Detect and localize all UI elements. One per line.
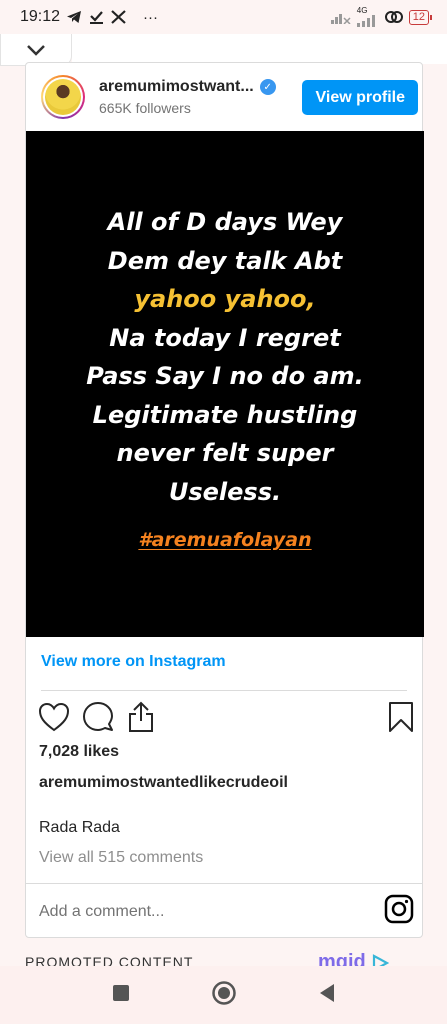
recents-button[interactable]: [111, 983, 131, 1008]
page-top-strip: [72, 34, 447, 64]
battery-indicator: 12: [408, 9, 433, 25]
status-bar: 19:12 ··· 4G 12: [0, 0, 447, 34]
avatar[interactable]: [41, 75, 85, 119]
like-count[interactable]: 7,028 likes: [39, 743, 119, 761]
view-more-link[interactable]: View more on Instagram: [41, 653, 226, 671]
instagram-logo-icon[interactable]: [384, 894, 414, 929]
heart-icon: [38, 702, 70, 732]
post-text-line: Dem dey talk Abt: [107, 246, 343, 275]
like-button[interactable]: [38, 699, 82, 735]
check-download-icon: [90, 11, 104, 24]
telegram-icon: [67, 11, 82, 23]
promoted-content-label: PROMOTED CONTENT: [25, 956, 194, 966]
post-text-line: never felt super: [116, 439, 334, 467]
user-info: aremumimostwant... ✓ 665K followers: [99, 78, 302, 116]
post-text-line: All of D days Wey: [107, 208, 343, 236]
comment-button[interactable]: [82, 699, 126, 735]
back-button[interactable]: [317, 982, 337, 1009]
back-triangle-icon: [319, 983, 334, 1002]
wifi-signal-x-icon: [330, 14, 351, 24]
post-image[interactable]: All of D days Wey Dem dey talk Abt yahoo…: [26, 131, 424, 637]
instagram-embed: aremumimostwant... ✓ 665K followers View…: [25, 62, 424, 939]
share-button[interactable]: [126, 699, 170, 735]
view-profile-button[interactable]: View profile: [302, 79, 418, 115]
action-bar: [38, 699, 418, 735]
system-nav-bar: [0, 966, 447, 1024]
caption-text: Rada Rada: [39, 819, 120, 836]
post-text-line: Useless.: [168, 477, 282, 506]
avatar-photo: [45, 79, 81, 115]
notification-icons: ···: [66, 9, 158, 26]
ad-brand-logo[interactable]: mgid: [318, 950, 390, 966]
caption-username[interactable]: aremumimostwantedlikecrudeoil: [39, 774, 288, 792]
post-text-line: Pass Say I no do am.: [86, 362, 364, 390]
post-hashtag: #aremuafolayan: [138, 529, 312, 551]
verified-badge-icon: ✓: [259, 79, 276, 95]
clock: 19:12: [20, 8, 61, 25]
square-icon: [112, 984, 129, 1001]
comment-row: [26, 883, 422, 939]
username[interactable]: aremumimostwant...: [99, 78, 254, 96]
embed-header: aremumimostwant... ✓ 665K followers View…: [26, 63, 422, 131]
follower-count: 665K followers: [99, 100, 191, 116]
comment-icon: [83, 702, 113, 731]
home-button[interactable]: [211, 980, 237, 1011]
view-comments-link[interactable]: View all 515 comments: [39, 849, 203, 867]
network-type: 4G: [356, 6, 368, 15]
divider: [41, 690, 407, 691]
share-icon: [129, 701, 153, 732]
more-icon: ···: [143, 8, 159, 26]
post-text-line: Legitimate hustling: [92, 400, 358, 429]
comment-input[interactable]: [39, 902, 384, 921]
post-text-line: Na today I regret: [109, 323, 341, 352]
hotspot-link-icon: [384, 11, 403, 23]
system-icons: 4G 12: [330, 6, 433, 27]
circle-home-icon: [211, 980, 236, 1005]
x-icon: [111, 10, 126, 24]
chevron-down-icon: [27, 44, 45, 56]
cell-signal-icon: [356, 15, 375, 27]
save-button[interactable]: [388, 699, 418, 735]
play-arrow-icon: [373, 953, 390, 966]
bookmark-icon: [389, 702, 413, 732]
post-text-line: yahoo yahoo,: [134, 285, 316, 313]
